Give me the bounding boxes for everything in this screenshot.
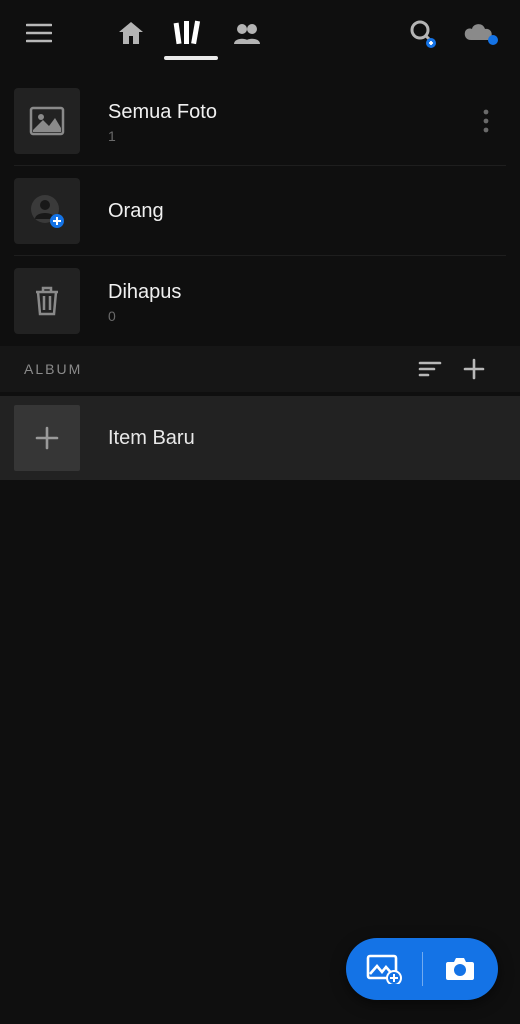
trash-icon (32, 284, 62, 318)
home-tab[interactable] (102, 0, 160, 66)
search-icon (408, 18, 438, 48)
library-row-people[interactable]: Orang (14, 166, 506, 256)
people-tab[interactable] (218, 0, 276, 66)
library-list: Semua Foto 1 Orang Dihapus 0 (0, 66, 520, 346)
album-title: Item Baru (108, 424, 506, 452)
row-count: 0 (108, 308, 506, 324)
album-section-label: ALBUM (24, 361, 82, 377)
photos-icon (29, 106, 65, 136)
menu-button[interactable] (10, 0, 68, 66)
fab-camera[interactable] (423, 938, 499, 1000)
row-title: Semua Foto (108, 98, 466, 126)
home-icon (117, 20, 145, 46)
album-add-button[interactable] (452, 358, 496, 380)
search-button[interactable] (394, 0, 452, 66)
row-text: Dihapus 0 (108, 278, 506, 324)
photos-thumb (14, 88, 80, 154)
people-thumb (14, 178, 80, 244)
cloud-icon (463, 20, 499, 46)
active-tab-indicator (164, 56, 218, 60)
row-overflow-button[interactable] (466, 109, 506, 133)
people-icon (232, 22, 262, 44)
album-section-header: ALBUM (0, 346, 520, 392)
sort-icon (418, 360, 442, 378)
trash-thumb (14, 268, 80, 334)
cloud-status-button[interactable] (452, 0, 510, 66)
library-row-deleted[interactable]: Dihapus 0 (14, 256, 506, 346)
row-title: Orang (108, 197, 506, 225)
row-text: Orang (108, 197, 506, 225)
camera-icon (444, 956, 476, 982)
album-sort-button[interactable] (408, 360, 452, 378)
person-badge-icon (29, 193, 65, 229)
library-row-all-photos[interactable]: Semua Foto 1 (14, 76, 506, 166)
album-row-new-item[interactable]: Item Baru (0, 396, 520, 480)
hamburger-icon (26, 23, 52, 43)
add-photo-icon (366, 954, 402, 984)
add-fab (346, 938, 498, 1000)
row-text: Semua Foto 1 (108, 98, 466, 144)
album-new-thumb (14, 405, 80, 471)
row-title: Dihapus (108, 278, 506, 306)
row-text: Item Baru (108, 424, 506, 452)
more-vert-icon (483, 109, 489, 133)
top-bar (0, 0, 520, 66)
plus-icon (34, 425, 60, 451)
fab-add-photo[interactable] (346, 938, 422, 1000)
library-icon (172, 19, 206, 47)
row-count: 1 (108, 128, 466, 144)
plus-icon (463, 358, 485, 380)
